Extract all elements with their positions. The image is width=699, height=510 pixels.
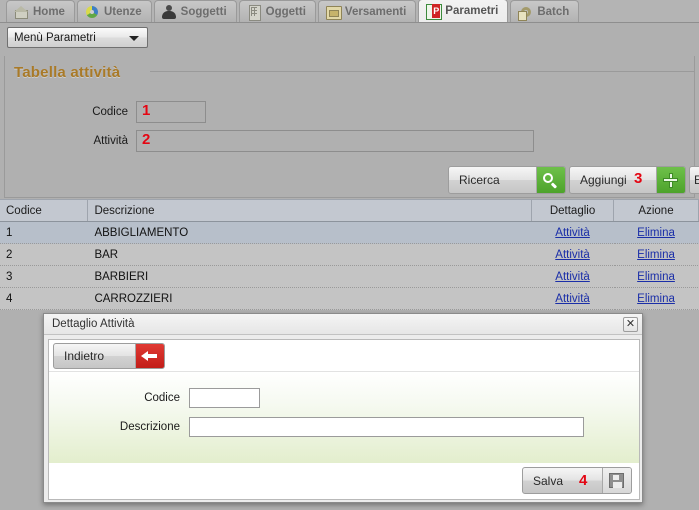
- search-icon: [535, 167, 565, 193]
- building-icon: [247, 4, 261, 21]
- tab-batch-label: Batch: [537, 5, 570, 18]
- detail-link[interactable]: Attività: [555, 227, 590, 239]
- payment-icon: [325, 5, 342, 20]
- cell-descrizione: CARROZZIERI: [87, 287, 532, 310]
- table-header-row: Codice Descrizione Dettaglio Azione: [0, 199, 699, 222]
- main-tab-bar: Home Utenze Soggetti Oggetti Versamenti …: [0, 0, 699, 23]
- delete-link[interactable]: Elimina: [637, 249, 675, 261]
- table-row[interactable]: 4 CARROZZIERI Attività Elimina: [0, 287, 699, 310]
- back-button[interactable]: Indietro: [53, 342, 165, 369]
- field-row-codice: Codice: [0, 101, 560, 123]
- tab-batch[interactable]: Batch: [510, 0, 580, 22]
- cell-codice: 2: [0, 243, 88, 266]
- cell-codice: 3: [0, 265, 88, 288]
- tab-parametri-label: Parametri: [445, 5, 499, 17]
- cell-dettaglio: Attività: [531, 265, 614, 288]
- cell-dettaglio: Attività: [531, 221, 614, 244]
- tab-versamenti-label: Versamenti: [344, 5, 407, 18]
- dialog-content: Indietro Codice Descrizione Salva 4: [48, 339, 640, 500]
- cell-azione: Elimina: [613, 265, 699, 288]
- plus-icon: [655, 167, 685, 193]
- chevron-down-icon: [129, 36, 139, 41]
- back-button-label: Indietro: [64, 348, 105, 363]
- tab-utenze[interactable]: Utenze: [76, 0, 152, 22]
- page-title: Tabella attività: [10, 64, 127, 81]
- table-row[interactable]: 1 ABBIGLIAMENTO Attività Elimina: [0, 221, 699, 244]
- cell-azione: Elimina: [613, 221, 699, 244]
- dialog-title-bar: Dettaglio Attività ✕: [44, 314, 642, 335]
- export-button[interactable]: E: [689, 166, 699, 194]
- delete-link[interactable]: Elimina: [637, 271, 675, 283]
- cell-dettaglio: Attività: [531, 287, 614, 310]
- application-window: Home Utenze Soggetti Oggetti Versamenti …: [0, 0, 699, 510]
- action-toolbar: Ricerca Aggiungi E: [0, 164, 699, 198]
- detail-link[interactable]: Attività: [555, 249, 590, 261]
- save-button-label: Salva: [533, 473, 564, 488]
- tab-soggetti[interactable]: Soggetti: [153, 0, 237, 22]
- column-header-codice[interactable]: Codice: [0, 199, 89, 222]
- column-header-azione[interactable]: Azione: [613, 199, 699, 222]
- tab-oggetti[interactable]: Oggetti: [238, 0, 316, 22]
- dialog-label-descrizione: Descrizione: [119, 421, 180, 433]
- home-icon: [14, 5, 28, 19]
- cell-descrizione: BAR: [87, 243, 532, 266]
- delete-link[interactable]: Elimina: [637, 293, 675, 305]
- dialog-toolbar: Indietro: [49, 340, 639, 372]
- menu-row: Menù Parametri: [0, 25, 699, 51]
- tab-utenze-label: Utenze: [103, 5, 142, 18]
- cell-descrizione: BARBIERI: [87, 265, 532, 288]
- dialog-title: Dettaglio Attività: [52, 318, 135, 330]
- activities-table: Codice Descrizione Dettaglio Azione 1 AB…: [0, 199, 699, 310]
- search-button-label: Ricerca: [459, 173, 500, 187]
- dialog-body: Codice Descrizione: [49, 372, 639, 463]
- dialog-label-codice: Codice: [144, 392, 180, 404]
- menu-parametri-select[interactable]: Menù Parametri: [7, 27, 148, 48]
- legend-divider: [150, 71, 695, 72]
- cell-azione: Elimina: [613, 243, 699, 266]
- gear-icon: [518, 5, 532, 21]
- tab-home-label: Home: [33, 5, 65, 18]
- add-button[interactable]: Aggiungi: [569, 166, 686, 194]
- detail-dialog: Dettaglio Attività ✕ Indietro Codice Des…: [43, 313, 643, 503]
- parameters-icon: [426, 4, 443, 20]
- activities-table-container: Codice Descrizione Dettaglio Azione 1 AB…: [0, 199, 699, 310]
- cell-codice: 1: [0, 221, 88, 244]
- detail-link[interactable]: Attività: [555, 293, 590, 305]
- column-header-dettaglio[interactable]: Dettaglio: [531, 199, 615, 222]
- save-button[interactable]: Salva: [522, 467, 632, 494]
- search-input-attivita[interactable]: [136, 130, 534, 152]
- field-row-attivita: Attività: [0, 130, 560, 152]
- person-icon: [161, 4, 176, 19]
- tab-oggetti-label: Oggetti: [265, 5, 306, 18]
- tab-soggetti-label: Soggetti: [180, 5, 227, 18]
- dialog-field-codice: Codice: [49, 388, 609, 408]
- dialog-footer: Salva 4: [49, 463, 639, 499]
- cell-azione: Elimina: [613, 287, 699, 310]
- save-floppy-icon: [601, 468, 631, 493]
- close-icon[interactable]: ✕: [623, 317, 638, 332]
- tab-versamenti[interactable]: Versamenti: [317, 0, 417, 22]
- dialog-input-codice[interactable]: [189, 388, 260, 408]
- delete-link[interactable]: Elimina: [637, 227, 675, 239]
- menu-parametri-select-value: Menù Parametri: [14, 31, 96, 44]
- label-attivita: Attività: [93, 135, 128, 147]
- search-button[interactable]: Ricerca: [448, 166, 566, 194]
- table-row[interactable]: 2 BAR Attività Elimina: [0, 243, 699, 266]
- cell-codice: 4: [0, 287, 88, 310]
- tab-parametri[interactable]: Parametri: [418, 0, 509, 22]
- column-header-descrizione[interactable]: Descrizione: [87, 199, 533, 222]
- export-button-label: E: [690, 167, 699, 193]
- add-button-label: Aggiungi: [580, 173, 627, 187]
- label-codice: Codice: [92, 106, 128, 118]
- dialog-field-descrizione: Descrizione: [49, 417, 609, 437]
- users-icon: [85, 5, 99, 19]
- dialog-input-descrizione[interactable]: [189, 417, 584, 437]
- tab-home[interactable]: Home: [6, 0, 75, 22]
- cell-descrizione: ABBIGLIAMENTO: [87, 221, 532, 244]
- cell-dettaglio: Attività: [531, 243, 614, 266]
- search-input-codice[interactable]: [136, 101, 206, 123]
- detail-link[interactable]: Attività: [555, 271, 590, 283]
- table-row[interactable]: 3 BARBIERI Attività Elimina: [0, 265, 699, 288]
- back-arrow-icon: [134, 343, 164, 368]
